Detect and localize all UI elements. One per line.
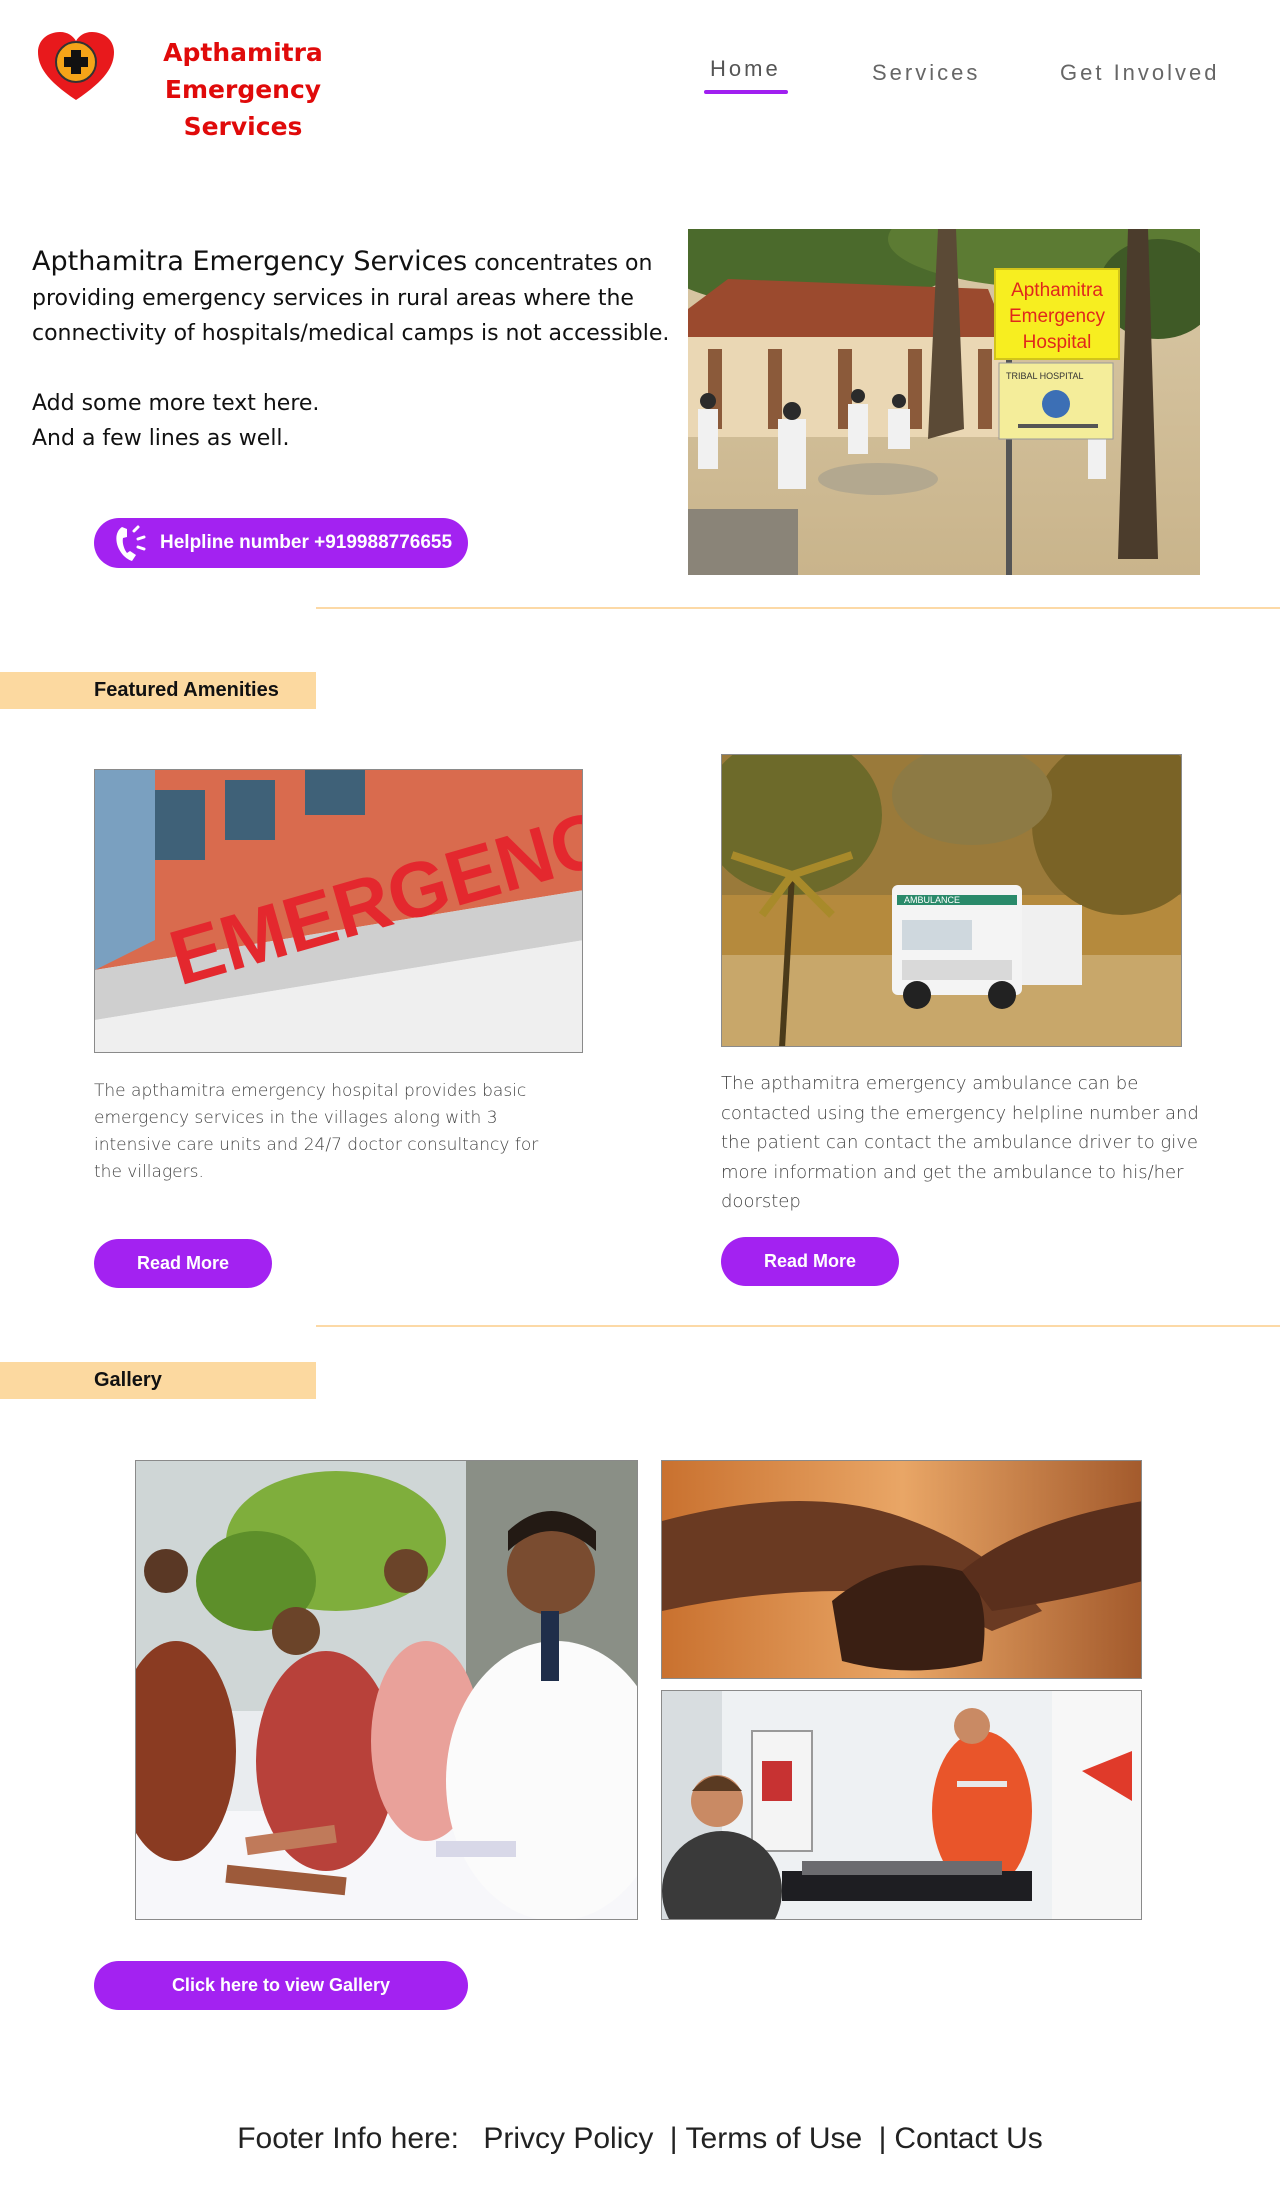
paramedics-illustration [662,1691,1141,1919]
ambulance-image: AMBULANCE [721,754,1182,1047]
holding-hands-photo [661,1460,1142,1679]
hospital-illustration: Apthamitra Emergency Hospital TRIBAL HOS… [688,229,1200,575]
intro-extra: Add some more text here. And a few lines … [32,386,672,456]
amenities-title: Featured Amenities [94,679,279,701]
brand-line-2: Emergency Services [164,75,322,141]
section-label-amenities: Featured Amenities [0,672,316,709]
footer-separator: | [669,2122,678,2155]
ambulance-sign-text: AMBULANCE [904,895,960,905]
intro-extra-line-1: Add some more text here. [32,391,320,416]
footer-link-terms[interactable]: Terms of Use [686,2122,863,2155]
doctor-patients-illustration [136,1461,637,1919]
intro-text: Apthamitra Emergency Services concentrat… [32,244,672,456]
intro-paragraph: Apthamitra Emergency Services concentrat… [32,244,672,351]
phone-icon [116,525,146,561]
brand-name[interactable]: Apthamitra Emergency Services [118,34,368,145]
nav-active-underline [704,90,788,94]
nav-get-involved[interactable]: Get Involved [1060,60,1220,86]
intro-brand: Apthamitra Emergency Services [32,246,468,277]
footer-link-contact[interactable]: Contact Us [894,2122,1042,2155]
footer-link-privacy[interactable]: Privcy Policy [483,2122,653,2155]
hospital-photo: Apthamitra Emergency Hospital TRIBAL HOS… [688,229,1200,575]
doctor-patients-photo [135,1460,638,1920]
read-more-button-hospital[interactable]: Read More [94,1239,272,1288]
read-more-button-ambulance[interactable]: Read More [721,1237,899,1286]
ambulance-illustration: AMBULANCE [722,755,1181,1046]
emergency-building-image: EMERGENCY [94,769,583,1053]
sign-line-1: Apthamitra [1011,280,1103,301]
gallery-title: Gallery [94,1369,162,1391]
footer: Footer Info here: Privcy Policy | Terms o… [0,2122,1280,2156]
helpline-label: Helpline number +919988776655 [160,532,453,553]
nav-home[interactable]: Home [710,56,781,82]
footer-separator: | [878,2122,887,2155]
intro-extra-line-2: And a few lines as well. [32,426,290,451]
divider [316,607,1280,609]
view-gallery-button[interactable]: Click here to view Gallery [94,1961,468,2010]
footer-info: Footer Info here: [237,2122,460,2155]
sign-line-3: Hospital [1023,332,1092,353]
logo-icon[interactable] [36,32,116,102]
section-label-gallery: Gallery [0,1362,316,1399]
holding-hands-illustration [662,1461,1141,1678]
brand-line-1: Apthamitra [163,38,323,67]
nav-services[interactable]: Services [872,60,980,86]
emergency-building-illustration: EMERGENCY [95,770,582,1052]
amenity-description-ambulance: The apthamitra emergency ambulance can b… [721,1073,1199,1212]
paramedics-photo [661,1690,1142,1920]
board-text: TRIBAL HOSPITAL [1006,371,1084,381]
divider [316,1325,1280,1327]
helpline-button[interactable]: Helpline number +919988776655 [94,518,468,568]
amenity-description-hospital: The apthamitra emergency hospital provid… [94,1081,539,1182]
sign-line-2: Emergency [1009,306,1106,327]
